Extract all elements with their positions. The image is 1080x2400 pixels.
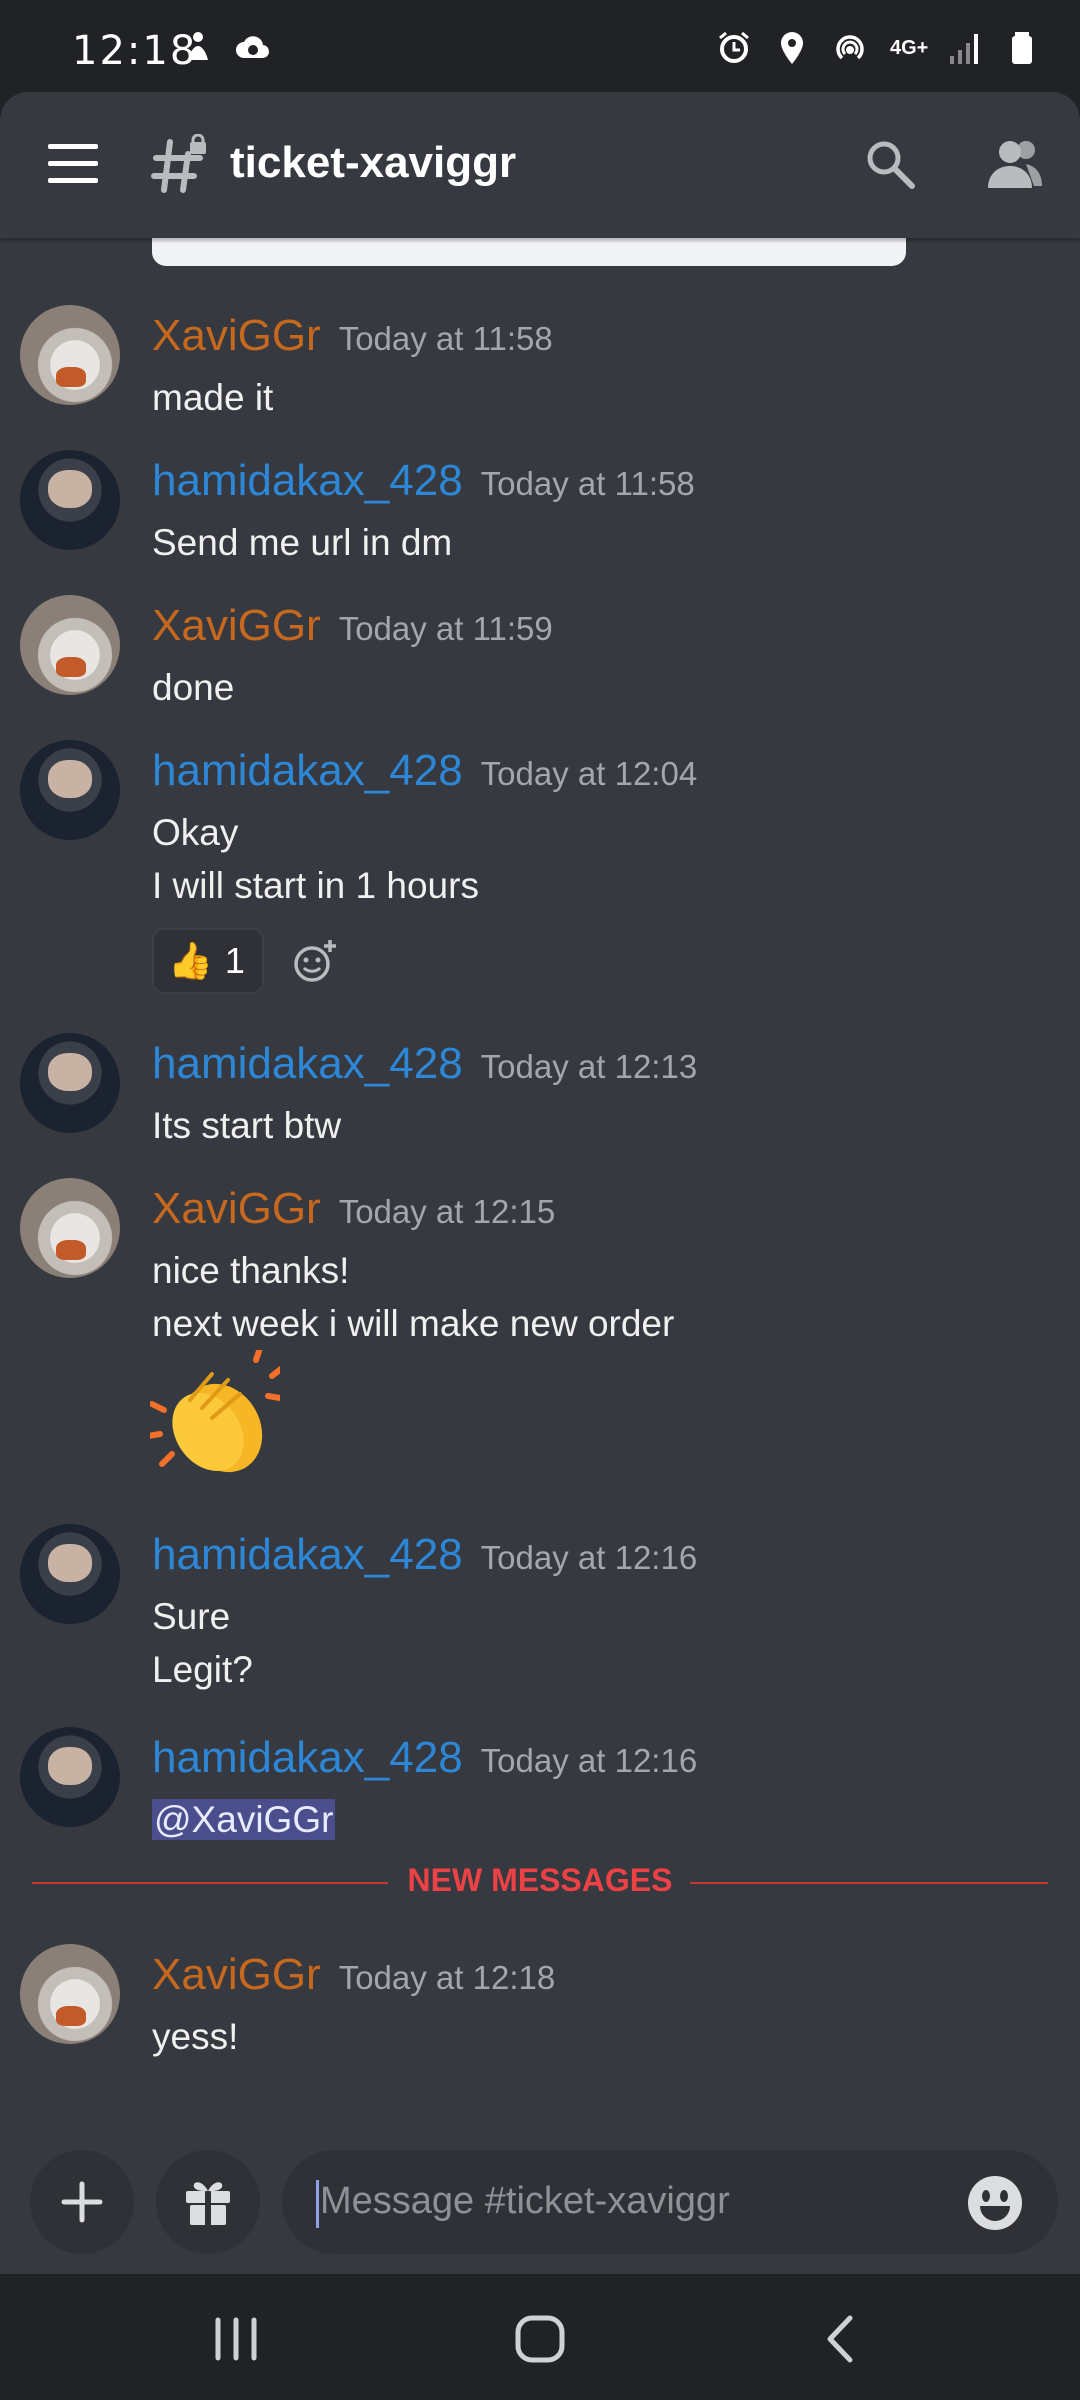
clapping-hands-icon [150, 1350, 280, 1473]
timestamp: Today at 11:59 [338, 610, 553, 647]
timestamp: Today at 12:16 [480, 1539, 698, 1576]
message-text: Okay [152, 812, 239, 853]
message-text: done [152, 667, 235, 708]
plus-icon [61, 2181, 103, 2223]
author-name[interactable]: XaviGGr Today at 12:18 [152, 1950, 555, 2000]
timestamp: Today at 12:18 [338, 1959, 556, 1996]
avatar[interactable] [20, 595, 120, 695]
author-name[interactable]: XaviGGr Today at 11:58 [152, 311, 553, 361]
message-text: yess! [152, 2016, 239, 2057]
message-text: Legit? [152, 1649, 253, 1690]
author-name[interactable]: hamidakax_428 Today at 12:16 [152, 1530, 697, 1580]
signal-icon [950, 34, 978, 64]
avatar[interactable] [20, 1944, 120, 2044]
status-right-icons: 4G+ [716, 30, 1040, 66]
avatar[interactable] [20, 1178, 120, 1278]
cloud-sync-icon [236, 36, 270, 59]
author-label[interactable]: hamidakax_428 [152, 1039, 463, 1088]
author-label[interactable]: hamidakax_428 [152, 1733, 463, 1782]
avatar[interactable] [20, 740, 120, 840]
members-icon[interactable] [984, 136, 1044, 192]
author-name[interactable]: XaviGGr Today at 11:59 [152, 601, 553, 651]
gift-button[interactable] [156, 2150, 260, 2254]
avatar[interactable] [20, 1727, 120, 1827]
author-label[interactable]: XaviGGr [152, 311, 321, 360]
timestamp: Today at 12:13 [480, 1048, 698, 1085]
timestamp: Today at 11:58 [480, 465, 695, 502]
status-time: 12:18 [72, 28, 198, 74]
message-text: I will start in 1 hours [152, 865, 479, 906]
thumbs-up-icon: 👍 [168, 940, 213, 981]
network-label: 4G+ [890, 37, 929, 59]
location-icon [781, 32, 803, 64]
accessibility-icon [188, 32, 208, 60]
avatar[interactable] [20, 1033, 120, 1133]
author-name[interactable]: hamidakax_428 Today at 12:13 [152, 1039, 697, 1089]
channel-header: ticket-xaviggr [0, 92, 1080, 238]
message-text: made it [152, 377, 274, 418]
back-icon[interactable] [810, 2314, 870, 2364]
message-text: next week i will make new order [152, 1303, 675, 1344]
add-attachment-button[interactable] [30, 2150, 134, 2254]
channel-title: ticket-xaviggr [230, 138, 517, 187]
hotspot-icon [836, 35, 864, 60]
new-messages-divider: NEW MESSAGES [407, 1862, 673, 1898]
status-left-icons [180, 30, 274, 66]
locked-channel-icon [151, 134, 206, 193]
message-text: Sure [152, 1596, 231, 1637]
text-cursor [316, 2180, 319, 2228]
message-text: nice thanks! [152, 1250, 350, 1291]
user-mention[interactable]: @XaviGGr [152, 1799, 336, 1840]
author-label[interactable]: hamidakax_428 [152, 456, 463, 505]
divider-line-right [690, 1882, 1048, 1884]
battery-icon [1012, 32, 1032, 64]
author-name[interactable]: hamidakax_428 Today at 11:58 [152, 456, 695, 506]
author-label[interactable]: XaviGGr [152, 1950, 321, 1999]
author-label[interactable]: hamidakax_428 [152, 746, 463, 795]
timestamp: Today at 12:16 [480, 1742, 698, 1779]
status-bar: 12:18 4G+ [0, 0, 1080, 92]
timestamp: Today at 12:04 [480, 755, 698, 792]
message-input[interactable]: Message #ticket-xaviggr [282, 2150, 1058, 2254]
message-text: Send me url in dm [152, 522, 453, 563]
avatar[interactable] [20, 450, 120, 550]
emoji-icon[interactable] [966, 2174, 1024, 2232]
author-name[interactable]: hamidakax_428 Today at 12:04 [152, 746, 697, 796]
search-icon[interactable] [862, 136, 918, 192]
menu-icon[interactable] [48, 144, 98, 184]
alarm-icon [719, 31, 749, 63]
author-name[interactable]: XaviGGr Today at 12:15 [152, 1184, 555, 1234]
timestamp: Today at 12:15 [338, 1193, 556, 1230]
author-label[interactable]: hamidakax_428 [152, 1530, 463, 1579]
avatar[interactable] [20, 1524, 120, 1624]
author-label[interactable]: XaviGGr [152, 1184, 321, 1233]
add-reaction-icon[interactable] [290, 936, 340, 986]
author-name[interactable]: hamidakax_428 Today at 12:16 [152, 1733, 697, 1783]
recent-apps-icon[interactable] [206, 2314, 266, 2364]
timestamp: Today at 11:58 [338, 320, 553, 357]
system-nav-bar [0, 2274, 1080, 2400]
reaction-thumbs-up[interactable]: 👍 1 [152, 928, 264, 994]
home-icon[interactable] [510, 2314, 570, 2364]
reaction-count: 1 [224, 940, 245, 981]
author-label[interactable]: XaviGGr [152, 601, 321, 650]
avatar[interactable] [20, 305, 120, 405]
message-input-placeholder: Message #ticket-xaviggr [320, 2180, 730, 2222]
message-text: @XaviGGr [152, 1799, 336, 1841]
gift-icon [186, 2182, 230, 2225]
message-text: Its start btw [152, 1105, 342, 1146]
